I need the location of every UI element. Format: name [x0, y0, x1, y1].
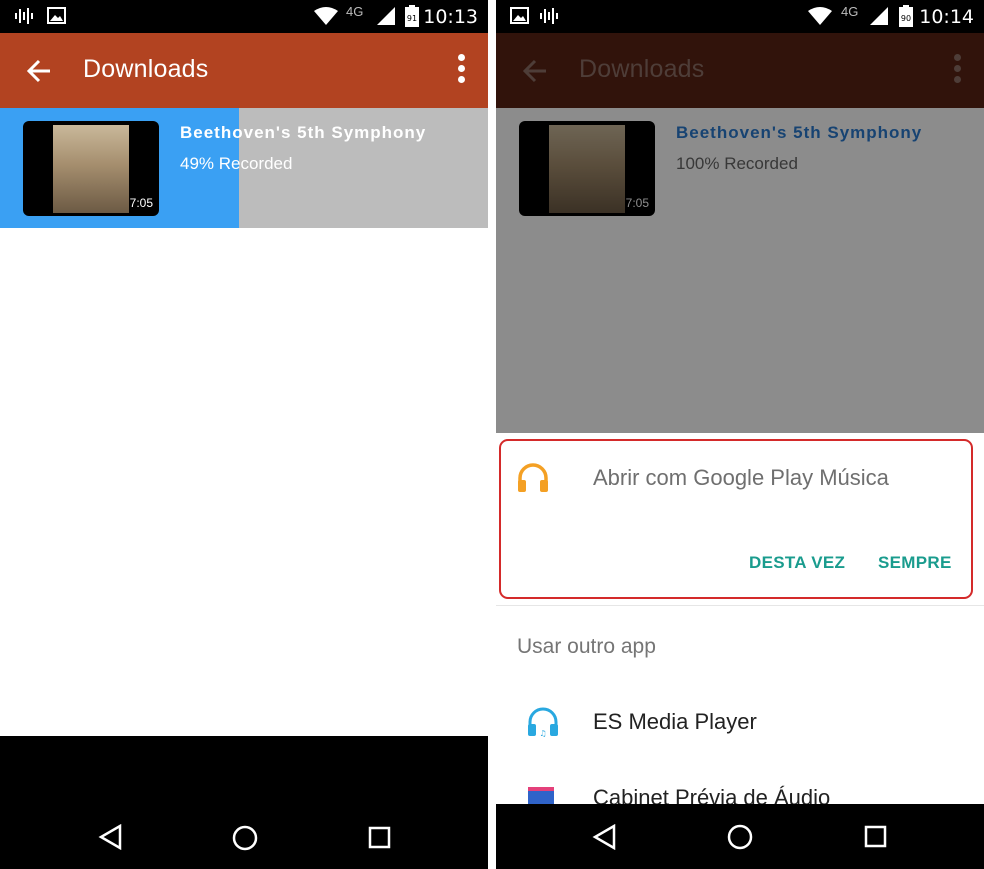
more-vert-icon[interactable]	[456, 54, 466, 88]
dialog-scrim[interactable]	[496, 33, 984, 433]
divider	[496, 605, 984, 606]
app-bar: Downloads	[0, 33, 488, 108]
back-nav-icon[interactable]	[592, 824, 616, 850]
screenshot-divider	[488, 0, 496, 869]
cabinet-icon	[528, 787, 554, 805]
use-other-app-label: Usar outro app	[517, 635, 656, 658]
image-icon	[510, 7, 529, 24]
item-title: Beethoven's 5th Symphony	[180, 123, 427, 142]
recents-nav-icon[interactable]	[864, 825, 888, 849]
open-with-sheet: Abrir com Google Play Música DESTA VEZ S…	[496, 433, 984, 810]
app-label: ES Media Player	[593, 709, 757, 734]
open-with-label: Abrir com Google Play Música	[593, 465, 889, 490]
headphones-icon	[518, 463, 548, 492]
phone-screen-right: 4G 90 10:14 Downloads 7:05 Beethoven's 5…	[496, 0, 984, 869]
battery-icon: 90	[899, 5, 913, 27]
just-once-button[interactable]: DESTA VEZ	[749, 553, 845, 573]
home-nav-icon[interactable]	[231, 824, 259, 852]
navigation-bar	[0, 736, 488, 869]
back-arrow-icon[interactable]	[26, 58, 52, 84]
always-button[interactable]: SEMPRE	[878, 553, 952, 573]
signal-icon	[377, 7, 395, 25]
home-nav-icon[interactable]	[726, 823, 754, 851]
highlight-box	[499, 439, 973, 599]
battery-icon: 91	[405, 5, 419, 27]
clock: 10:14	[919, 6, 974, 28]
network-type: 4G	[346, 4, 364, 19]
phone-screen-left: 4G 91 10:13 Downloads 7:05 Beethoven's 5…	[0, 0, 488, 869]
recents-nav-icon[interactable]	[368, 826, 392, 850]
navigation-bar	[496, 804, 984, 869]
es-media-player-icon: ♫	[528, 707, 558, 738]
status-bar: 4G 91 10:13	[0, 0, 488, 33]
svg-text:♫: ♫	[539, 729, 546, 738]
back-nav-icon[interactable]	[98, 824, 122, 850]
video-duration: 7:05	[129, 196, 153, 210]
thumbnail-image	[53, 125, 129, 213]
wifi-icon	[808, 7, 832, 25]
download-item[interactable]: 7:05 Beethoven's 5th Symphony 49% Record…	[0, 108, 488, 228]
page-title: Downloads	[83, 55, 209, 83]
wifi-icon	[314, 7, 338, 25]
status-bar: 4G 90 10:14	[496, 0, 984, 33]
battery-level: 91	[407, 14, 417, 23]
item-status: 49% Recorded	[180, 154, 293, 173]
video-thumbnail: 7:05	[23, 121, 159, 216]
wave-icon	[15, 8, 33, 24]
signal-icon	[870, 7, 888, 25]
wave-icon	[540, 8, 558, 24]
network-type: 4G	[841, 4, 859, 19]
battery-level: 90	[901, 14, 911, 23]
clock: 10:13	[423, 6, 478, 28]
image-icon	[47, 7, 66, 24]
